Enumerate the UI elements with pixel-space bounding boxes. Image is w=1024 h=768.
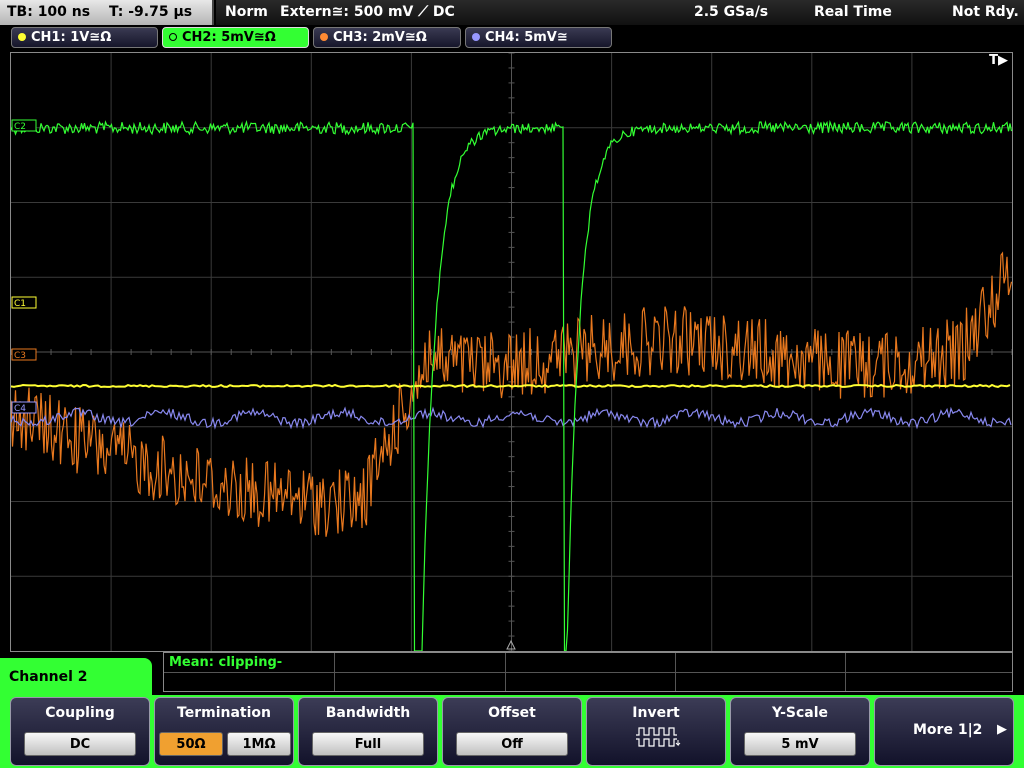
termination-softkey[interactable]: Termination 50Ω 1MΩ xyxy=(154,697,294,766)
ch2-marker-label: C2 xyxy=(14,122,26,132)
waveform-display[interactable]: C2 C1 C3 C4 T▶ xyxy=(10,52,1013,652)
offset-value[interactable]: Off xyxy=(456,732,568,756)
yscale-title: Y-Scale xyxy=(771,705,828,721)
trigger-source: Extern≅: 500 mV ⟋ DC xyxy=(280,4,455,20)
waveform-canvas: C2 C1 C3 C4 xyxy=(11,53,1012,651)
ch3-label: CH3: 2mV≅Ω xyxy=(333,30,427,45)
yscale-softkey[interactable]: Y-Scale 5 mV xyxy=(730,697,870,766)
more-softkey[interactable]: More 1|2 ▶ xyxy=(874,697,1014,766)
termination-title: Termination xyxy=(177,705,271,721)
trigger-time-value: T: -9.75 µs xyxy=(108,4,193,20)
tab-ch2[interactable]: CH2: 5mV≅Ω xyxy=(162,27,309,48)
status-bar: TB: 100 ns T: -9.75 µs Norm Extern≅: 500… xyxy=(0,0,1024,25)
ch4-dot-icon xyxy=(472,33,480,41)
ch3-dot-icon xyxy=(320,33,328,41)
measurement-cell xyxy=(334,653,335,691)
tab-ch1[interactable]: CH1: 1V≅Ω xyxy=(11,27,158,48)
offset-softkey[interactable]: Offset Off xyxy=(442,697,582,766)
ch4-marker-label: C4 xyxy=(14,404,26,414)
coupling-softkey[interactable]: Coupling DC xyxy=(10,697,150,766)
menu-title: Channel 2 xyxy=(0,658,152,700)
measurement-cell xyxy=(845,653,846,691)
invert-title: Invert xyxy=(632,705,680,721)
trigger-status-area[interactable]: Norm Extern≅: 500 mV ⟋ DC 2.5 GSa/s Real… xyxy=(216,0,1024,25)
yscale-value[interactable]: 5 mV xyxy=(744,732,856,756)
measurement-panel[interactable]: Mean: clipping- xyxy=(163,652,1013,692)
ch1-offset-marker[interactable]: C1 xyxy=(11,296,37,309)
tab-ch4[interactable]: CH4: 5mV≅ xyxy=(465,27,612,48)
acquisition-mode: Real Time xyxy=(814,4,892,20)
ch3-offset-marker[interactable]: C3 xyxy=(11,348,37,361)
sample-rate: 2.5 GSa/s xyxy=(694,4,769,20)
ch1-waveform xyxy=(11,383,1011,389)
bandwidth-softkey[interactable]: Bandwidth Full xyxy=(298,697,438,766)
coupling-value[interactable]: DC xyxy=(24,732,136,756)
more-label: More 1|2 xyxy=(913,722,983,738)
termination-1m-option[interactable]: 1MΩ xyxy=(227,732,291,756)
measurement-mean: Mean: clipping- xyxy=(169,655,283,670)
termination-50-option[interactable]: 50Ω xyxy=(159,732,223,756)
bandwidth-title: Bandwidth xyxy=(325,705,411,721)
ch4-label: CH4: 5mV≅ xyxy=(485,30,568,45)
tab-ch3[interactable]: CH3: 2mV≅Ω xyxy=(313,27,461,48)
invert-softkey[interactable]: Invert xyxy=(586,697,726,766)
ch1-label: CH1: 1V≅Ω xyxy=(31,30,112,45)
measurement-cell xyxy=(505,653,506,691)
timebase-value: TB: 100 ns xyxy=(7,4,91,20)
measurement-divider xyxy=(164,672,1012,673)
next-page-icon: ▶ xyxy=(997,722,1007,737)
coupling-title: Coupling xyxy=(45,705,115,721)
measurement-cell xyxy=(675,653,676,691)
ch4-offset-marker[interactable]: C4 xyxy=(11,401,37,414)
trigger-offset-marker[interactable]: T▶ xyxy=(989,53,1008,68)
ch2-offset-marker[interactable]: C2 xyxy=(11,119,37,132)
bandwidth-value[interactable]: Full xyxy=(312,732,424,756)
ch2-dot-icon xyxy=(169,33,177,41)
invert-waveform-icon xyxy=(636,727,681,747)
timebase-box[interactable]: TB: 100 ns T: -9.75 µs xyxy=(0,0,214,25)
ch1-dot-icon xyxy=(18,33,26,41)
ready-state: Not Rdy. xyxy=(952,4,1019,20)
trigger-mode: Norm xyxy=(225,4,268,20)
ch3-marker-label: C3 xyxy=(14,351,26,361)
ch2-label: CH2: 5mV≅Ω xyxy=(182,30,276,45)
ch1-marker-label: C1 xyxy=(14,299,26,309)
offset-title: Offset xyxy=(488,705,536,721)
